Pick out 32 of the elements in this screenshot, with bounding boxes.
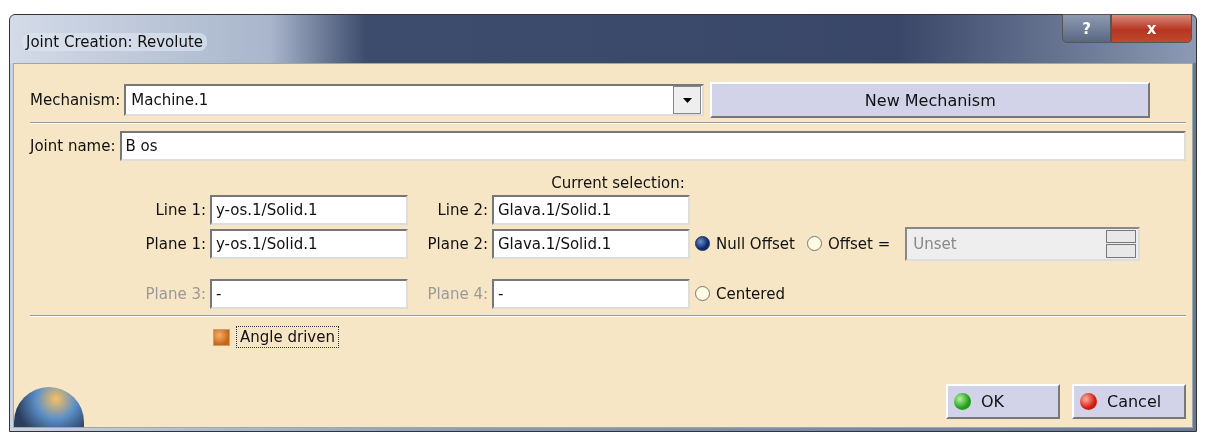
- mechanism-dropdown[interactable]: Machine.1: [124, 84, 705, 116]
- radio-label: Offset =: [827, 234, 891, 253]
- field-label: Plane 2:: [426, 234, 488, 253]
- selection-field[interactable]: Glava.1/Solid.1: [492, 194, 690, 225]
- radio-icon[interactable]: [695, 236, 710, 251]
- checkbox[interactable]: [213, 328, 230, 346]
- joint-name-field[interactable]: B os: [119, 131, 1186, 161]
- joint-name-label: Joint name:: [30, 137, 116, 155]
- ok-button[interactable]: OK: [946, 384, 1060, 419]
- selection-field[interactable]: y-os.1/Solid.1: [210, 194, 408, 225]
- field-label: Line 2:: [436, 200, 488, 219]
- close-button[interactable]: x: [1111, 14, 1192, 43]
- selection-field[interactable]: Glava.1/Solid.1: [492, 228, 690, 259]
- field-label: Line 1:: [154, 200, 206, 219]
- field-label: Plane 3:: [144, 284, 206, 303]
- mechanism-label: Mechanism:: [30, 91, 121, 109]
- globe-drawing: [14, 387, 84, 427]
- radio-label: Null Offset: [716, 234, 795, 253]
- radio-icon[interactable]: [806, 236, 822, 251]
- new-mechanism-button[interactable]: New Mechanism: [710, 82, 1151, 118]
- help-button[interactable]: ?: [1062, 14, 1111, 43]
- field-label: Plane 4:: [426, 284, 488, 303]
- cancel-button[interactable]: Cancel: [1072, 384, 1186, 419]
- caret-icon: [682, 97, 692, 103]
- radio-icon[interactable]: [695, 286, 710, 301]
- selection-field[interactable]: y-os.1/Solid.1: [210, 228, 408, 259]
- window-title: Joint Creation: Revolute: [22, 33, 208, 51]
- dropdown-arrow-button[interactable]: [673, 86, 702, 114]
- field-label: Plane 1:: [144, 234, 206, 253]
- radio-label: Centered: [716, 284, 785, 303]
- checkbox-label: Angle driven: [236, 326, 339, 348]
- section-heading: Current selection:: [550, 174, 686, 192]
